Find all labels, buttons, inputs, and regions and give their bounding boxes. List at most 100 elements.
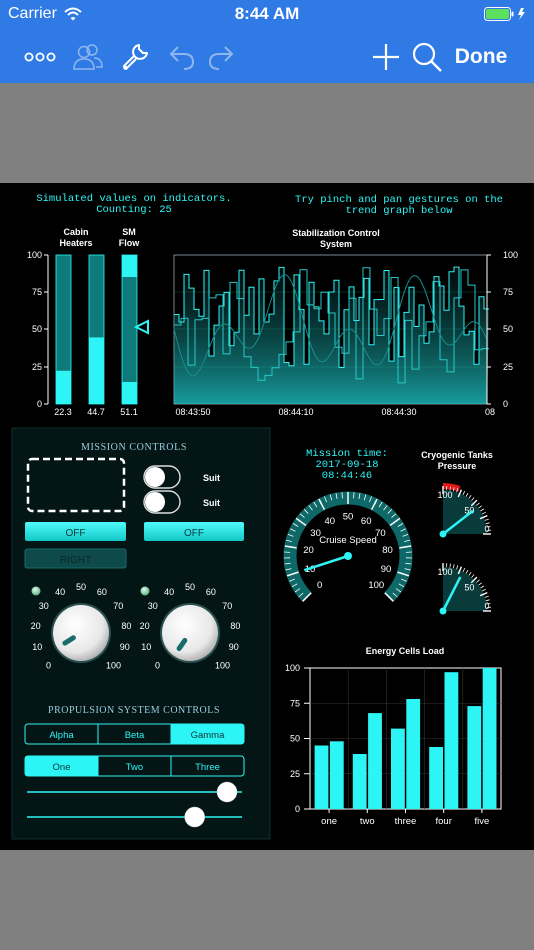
energy-chart: 100 75 50 25 0 one two three four five (285, 663, 502, 827)
tank-gauge-label: 0 (484, 601, 489, 611)
energy-bar (467, 706, 482, 809)
search-button[interactable] (408, 30, 446, 83)
knob[interactable] (53, 605, 109, 661)
mission-title: MISSION CONTROLS (81, 442, 187, 453)
trend-tick-25: 25 (503, 362, 513, 372)
trend-graph[interactable] (173, 254, 491, 405)
toolbar: Done (0, 30, 534, 83)
trend-tick-0: 0 (503, 399, 508, 409)
energy-bar (314, 745, 329, 809)
slider-thumb-1[interactable] (216, 781, 238, 803)
redo-button[interactable] (203, 30, 239, 83)
energy-bar (482, 668, 497, 809)
tank-gauge-tick (462, 491, 466, 495)
mission-clock: 08:44:46 (322, 470, 372, 482)
energy-bar (406, 699, 421, 809)
off-button-2[interactable]: OFF (144, 522, 244, 541)
bar-label-cabin-1: Cabin (63, 227, 88, 237)
knob-tick-label: 10 (32, 642, 42, 652)
trend-xlabel-3: 08:44:30 (381, 407, 416, 417)
energy-y-tick-label: 25 (290, 769, 300, 779)
tanks-title-2: Pressure (438, 461, 477, 471)
energy-y-tick-label: 0 (295, 804, 300, 814)
search-icon (412, 42, 442, 72)
clock: 8:44 AM (234, 4, 300, 23)
knob-tick-label: 50 (76, 582, 86, 592)
slider-thumb-2[interactable] (184, 806, 205, 828)
suit-label-1: Suit (203, 473, 220, 483)
tank-gauge-tick (465, 569, 469, 574)
segment-three[interactable]: Three (195, 762, 220, 773)
bar-tick-75: 75 (32, 287, 42, 297)
tank-gauge-hub (439, 607, 447, 615)
energy-x-tick-label: three (395, 816, 417, 827)
bar-label-sm-1: SM (122, 227, 136, 237)
energy-bar (329, 741, 344, 809)
tank-gauge-tick (476, 579, 480, 583)
tank-gauge-label: 100 (437, 490, 452, 500)
trend-title-2: System (320, 239, 352, 249)
suit-label-2: Suit (203, 498, 220, 508)
add-button[interactable] (368, 30, 404, 83)
indicator-bar-fill (56, 370, 71, 404)
bar-label-sm-2: Flow (119, 238, 140, 248)
segment-beta[interactable]: Beta (125, 730, 145, 741)
tank-gauge-tick (471, 497, 475, 501)
knob-tick-label: 70 (222, 601, 232, 611)
knob[interactable] (162, 605, 218, 661)
knob-tick-label: 30 (148, 601, 158, 611)
tank-gauge-tick (480, 585, 485, 589)
knob-tick-label: 60 (206, 587, 216, 597)
bar-tick-25: 25 (32, 362, 42, 372)
indicator-bar-fill (89, 337, 104, 404)
tank-gauge-tick (465, 492, 469, 497)
knob-tick-label: 80 (230, 621, 240, 631)
status-bar: Carrier 8:44 AM (0, 0, 534, 30)
energy-bar (368, 713, 382, 809)
off-button-1[interactable]: OFF (25, 522, 126, 541)
right-button[interactable]: RIGHT (24, 548, 127, 569)
tanks-title-1: Cryogenic Tanks (421, 450, 493, 460)
suit-toggle-2[interactable] (143, 490, 181, 514)
suit-toggle-1[interactable] (143, 465, 181, 489)
knob-tick-label: 90 (120, 642, 130, 652)
knob-tick-label: 70 (113, 601, 123, 611)
dashboard-canvas: Simulated values on indicators. Counting… (0, 183, 534, 850)
energy-bar (429, 747, 443, 809)
tank-gauge-tick (456, 565, 459, 570)
trend-xlabel-2: 08:44:10 (278, 407, 313, 417)
segment-alpha[interactable]: Alpha (49, 730, 74, 741)
energy-title: Energy Cells Load (366, 646, 445, 656)
energy-x-tick-label: two (360, 816, 375, 827)
tank-gauge-tick (468, 571, 472, 576)
done-button[interactable]: Done (448, 30, 514, 83)
trend-xlabel-4: 08 (485, 407, 495, 417)
redo-icon (208, 45, 234, 70)
more-icon (24, 52, 56, 61)
bar-label-cabin-2: Heaters (59, 238, 92, 248)
tank-gauge-tick (484, 595, 489, 598)
off-button-2-label: OFF (184, 528, 204, 539)
knob-tick-label: 30 (39, 601, 49, 611)
segment-two[interactable]: Two (126, 762, 143, 773)
gauge-tick-label: 60 (361, 516, 372, 527)
undo-button[interactable] (164, 30, 200, 83)
segment-gamma[interactable]: Gamma (191, 730, 226, 741)
tank-gauge-tick (478, 582, 483, 586)
trend-xlabel-1: 08:43:50 (175, 407, 210, 417)
energy-y-tick-label: 75 (290, 698, 300, 708)
knob-tick-label: 40 (55, 587, 65, 597)
settings-button[interactable] (117, 30, 153, 83)
battery-icon (484, 7, 525, 21)
tank-gauge-tick (482, 588, 486, 592)
tank-gauge-tick (484, 518, 489, 521)
knob-tick-label: 0 (46, 661, 51, 671)
more-button[interactable] (20, 30, 60, 83)
energy-x-tick-label: four (436, 816, 452, 827)
users-button[interactable] (70, 30, 106, 83)
knob-tick-label: 60 (97, 587, 107, 597)
trend-tick-75: 75 (503, 287, 513, 297)
bar-value-1: 22.3 (54, 407, 72, 417)
gauge-tick (341, 492, 343, 499)
segment-one[interactable]: One (53, 762, 71, 773)
